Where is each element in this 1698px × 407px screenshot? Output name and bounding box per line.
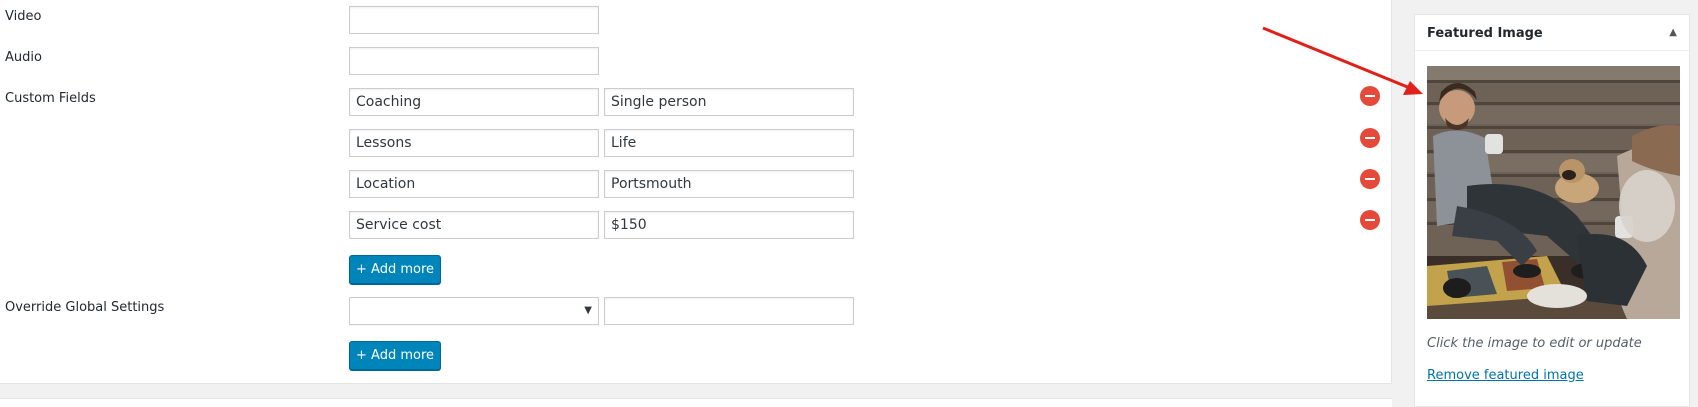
next-panel-edge <box>0 398 1392 407</box>
featured-image-header[interactable]: Featured Image ▲ <box>1415 15 1689 51</box>
remove-row-icon[interactable] <box>1360 128 1380 148</box>
add-more-custom-fields-button[interactable]: + Add more <box>349 255 441 284</box>
add-more-override-button[interactable]: + Add more <box>349 341 441 370</box>
custom-field-key[interactable]: Location <box>349 170 599 198</box>
override-setting-select[interactable]: ▼ <box>349 297 599 325</box>
custom-field-value[interactable]: Single person <box>604 88 854 116</box>
custom-field-key[interactable]: Coaching <box>349 88 599 116</box>
audio-input[interactable] <box>349 47 599 75</box>
remove-row-icon[interactable] <box>1360 169 1380 189</box>
custom-field-key[interactable]: Lessons <box>349 129 599 157</box>
custom-field-value[interactable]: Portsmouth <box>604 170 854 198</box>
featured-image-hint: Click the image to edit or update <box>1427 336 1642 351</box>
custom-field-value[interactable]: $150 <box>604 211 854 239</box>
override-global-settings-label: Override Global Settings <box>5 300 165 315</box>
custom-field-value[interactable]: Life <box>604 129 854 157</box>
featured-image-picture <box>1427 66 1680 319</box>
featured-image-title: Featured Image <box>1427 26 1543 41</box>
remove-row-icon[interactable] <box>1360 210 1380 230</box>
video-input[interactable] <box>349 6 599 34</box>
custom-fields-label: Custom Fields <box>5 91 96 106</box>
featured-image-box: Featured Image ▲ Click the image to edit… <box>1414 14 1690 407</box>
triangle-up-icon[interactable]: ▲ <box>1669 27 1677 38</box>
chevron-down-icon: ▼ <box>584 305 592 316</box>
featured-image-thumbnail[interactable] <box>1427 66 1680 319</box>
remove-row-icon[interactable] <box>1360 86 1380 106</box>
remove-featured-image-link[interactable]: Remove featured image <box>1427 368 1584 383</box>
override-value-input[interactable] <box>604 297 854 325</box>
custom-field-key[interactable]: Service cost <box>349 211 599 239</box>
audio-label: Audio <box>5 50 42 65</box>
video-label: Video <box>5 9 42 24</box>
custom-fields-panel: Video Audio Custom Fields Coaching Singl… <box>0 0 1392 384</box>
